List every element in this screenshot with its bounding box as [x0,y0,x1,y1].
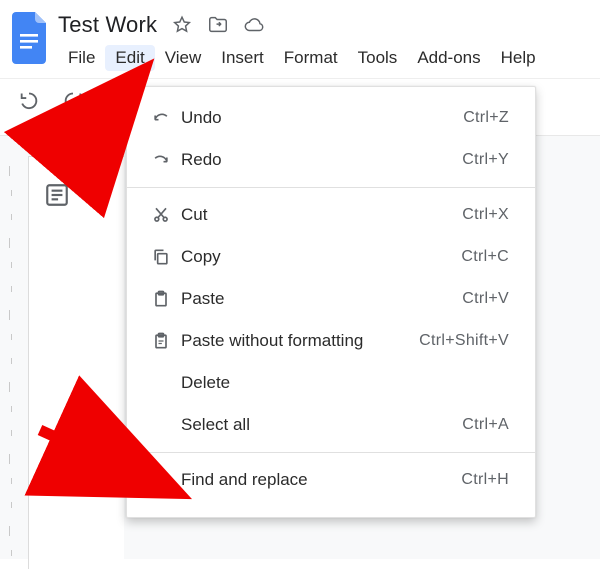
document-page[interactable] [28,156,124,569]
edit-menu-delete[interactable]: Delete [127,362,535,404]
edit-menu-paste[interactable]: Paste Ctrl+V [127,278,535,320]
menu-separator [127,187,535,188]
edit-menu-select-all[interactable]: Select all Ctrl+A [127,404,535,446]
edit-menu-shortcut: Ctrl+X [462,206,509,224]
menu-separator [127,452,535,453]
menu-help[interactable]: Help [491,45,546,71]
copy-icon [147,247,175,267]
document-title[interactable]: Test Work [58,12,157,38]
edit-menu-label: Paste [181,289,462,309]
menubar: File Edit View Insert Format Tools Add-o… [58,44,546,72]
edit-menu-find-replace[interactable]: Find and replace Ctrl+H [127,459,535,501]
edit-menu-label: Undo [181,108,463,128]
edit-menu-cut[interactable]: Cut Ctrl+X [127,194,535,236]
edit-menu-shortcut: Ctrl+C [461,248,509,266]
menu-tools[interactable]: Tools [348,45,408,71]
cloud-status-icon[interactable] [243,14,265,36]
edit-menu-shortcut: Ctrl+Z [463,109,509,127]
menu-view[interactable]: View [155,45,212,71]
edit-menu-label: Cut [181,205,462,225]
toolbar-undo-icon[interactable] [18,88,40,110]
edit-menu-label: Copy [181,247,461,267]
edit-dropdown: Undo Ctrl+Z Redo Ctrl+Y Cut Ctrl+X Copy … [126,86,536,518]
edit-menu-copy[interactable]: Copy Ctrl+C [127,236,535,278]
docs-logo-icon[interactable] [6,8,54,68]
menu-insert[interactable]: Insert [211,45,274,71]
edit-menu-shortcut: Ctrl+V [462,290,509,308]
toolbar-redo-icon[interactable] [62,88,84,110]
toolbar-print-icon[interactable] [106,88,128,110]
vertical-ruler [6,166,24,559]
redo-icon [147,150,175,170]
title-row: Test Work [58,10,546,40]
menu-addons[interactable]: Add-ons [407,45,490,71]
edit-menu-undo[interactable]: Undo Ctrl+Z [127,97,535,139]
cut-icon [147,205,175,225]
edit-menu-label: Paste without formatting [181,331,419,351]
edit-menu-shortcut: Ctrl+A [462,416,509,434]
star-icon[interactable] [171,14,193,36]
edit-menu-shortcut: Ctrl+H [461,471,509,489]
menu-edit[interactable]: Edit [105,45,154,71]
menu-file[interactable]: File [58,45,105,71]
title-bar: Test Work File Edit View Insert Format T… [0,0,600,72]
undo-icon [147,108,175,128]
edit-menu-redo[interactable]: Redo Ctrl+Y [127,139,535,181]
edit-menu-label: Find and replace [181,470,461,490]
edit-menu-paste-plain[interactable]: Paste without formatting Ctrl+Shift+V [127,320,535,362]
paste-icon [147,289,175,309]
edit-menu-label: Delete [181,373,509,393]
edit-menu-shortcut: Ctrl+Shift+V [419,332,509,350]
move-folder-icon[interactable] [207,14,229,36]
document-outline-icon[interactable] [44,182,70,208]
edit-menu-label: Redo [181,150,462,170]
paste-plain-icon [147,331,175,351]
edit-menu-label: Select all [181,415,462,435]
menu-format[interactable]: Format [274,45,348,71]
edit-menu-shortcut: Ctrl+Y [462,151,509,169]
